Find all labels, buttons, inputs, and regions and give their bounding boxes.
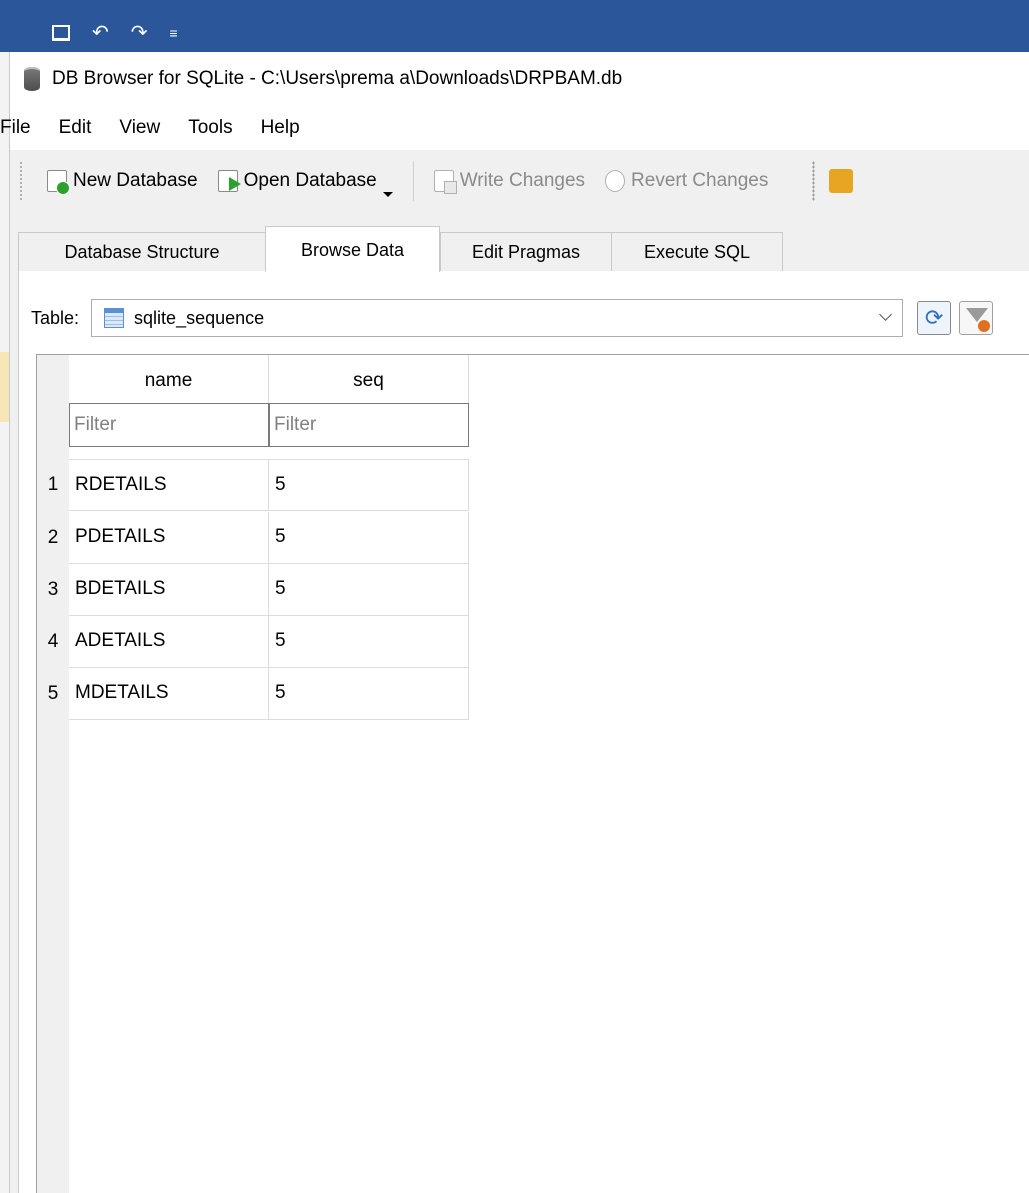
menu-file[interactable]: File: [0, 106, 45, 150]
cell-name[interactable]: MDETAILS: [69, 668, 269, 720]
row-number[interactable]: 3: [37, 564, 69, 616]
window-title: DB Browser for SQLite - C:\Users\prema a…: [52, 68, 623, 89]
revert-changes-button[interactable]: Revert Changes: [595, 161, 778, 201]
open-database-label: Open Database: [243, 170, 377, 191]
data-grid: name seq 1 RDETAILS 5 2 PDETAILS 5 3 BDE…: [36, 354, 1029, 1193]
table-select[interactable]: sqlite_sequence: [91, 299, 904, 337]
tab-edit-pragmas[interactable]: Edit Pragmas: [440, 232, 612, 271]
write-changes-label: Write Changes: [459, 170, 586, 191]
background-app-edge: [0, 52, 9, 1193]
filter-input-seq[interactable]: [269, 403, 469, 447]
column-header-seq[interactable]: seq: [269, 355, 469, 403]
table-icon: [104, 308, 125, 328]
new-database-label: New Database: [73, 170, 198, 191]
open-database-icon: [217, 170, 241, 192]
cell-seq[interactable]: 5: [269, 564, 469, 616]
revert-changes-icon: [605, 170, 626, 192]
menu-edit[interactable]: Edit: [45, 106, 106, 150]
open-project-icon[interactable]: [829, 169, 854, 193]
database-icon: [24, 67, 40, 91]
toolbar-grip-2[interactable]: [812, 161, 816, 201]
new-database-icon: [47, 170, 70, 195]
quick-access-toolbar: ↶ ↷ ≡: [52, 22, 178, 44]
tab-database-structure[interactable]: Database Structure: [18, 232, 266, 271]
table-row[interactable]: 3 BDETAILS 5: [37, 564, 469, 616]
table-row[interactable]: 1 RDETAILS 5: [37, 459, 469, 511]
screen: ↶ ↷ ≡ DB Browser for SQLite - C:\Users\p…: [0, 0, 1029, 1193]
row-number[interactable]: 5: [37, 668, 69, 720]
title-bar: DB Browser for SQLite - C:\Users\prema a…: [10, 52, 1029, 106]
save-icon[interactable]: [52, 25, 70, 41]
cell-seq[interactable]: 5: [269, 512, 469, 564]
cell-seq[interactable]: 5: [269, 616, 469, 668]
toolbar-grip[interactable]: [19, 161, 23, 201]
app-window: DB Browser for SQLite - C:\Users\prema a…: [0, 52, 1029, 1193]
menu-bar: File Edit View Tools Help: [0, 106, 1029, 150]
tab-browse-data[interactable]: Browse Data: [265, 226, 440, 272]
customize-toolbar-icon[interactable]: ≡: [170, 24, 178, 42]
menu-help[interactable]: Help: [247, 106, 314, 150]
main-toolbar: New Database Open Database Write Changes…: [10, 150, 1029, 212]
background-highlight: [0, 352, 9, 422]
open-database-button[interactable]: Open Database: [208, 161, 403, 201]
chevron-down-icon: [879, 308, 892, 321]
refresh-button[interactable]: ⟳: [917, 301, 952, 335]
row-number[interactable]: 4: [37, 616, 69, 668]
cell-seq[interactable]: 5: [269, 459, 469, 511]
tab-execute-sql[interactable]: Execute SQL: [611, 232, 783, 271]
row-number[interactable]: 2: [37, 512, 69, 564]
selected-table: sqlite_sequence: [134, 307, 265, 328]
menu-tools[interactable]: Tools: [174, 106, 246, 150]
cell-name[interactable]: ADETAILS: [69, 616, 269, 668]
new-database-button[interactable]: New Database: [37, 161, 208, 201]
row-number[interactable]: 1: [37, 459, 69, 511]
browse-data-panel: Table: sqlite_sequence ⟳ name seq 1 RDET…: [18, 271, 1029, 1193]
table-row[interactable]: 5 MDETAILS 5: [37, 668, 469, 720]
undo-icon[interactable]: ↶: [92, 23, 109, 43]
cell-seq[interactable]: 5: [269, 668, 469, 720]
table-row[interactable]: 4 ADETAILS 5: [37, 616, 469, 668]
cell-name[interactable]: RDETAILS: [69, 459, 269, 511]
table-row[interactable]: 2 PDETAILS 5: [37, 512, 469, 564]
open-database-dropdown-icon[interactable]: [382, 191, 393, 197]
revert-changes-label: Revert Changes: [631, 170, 769, 191]
clear-filters-button[interactable]: [959, 301, 994, 335]
toolbar-separator: [412, 161, 414, 201]
column-header-name[interactable]: name: [69, 355, 269, 403]
redo-icon[interactable]: ↷: [131, 23, 148, 43]
write-changes-icon: [433, 170, 457, 194]
menu-view[interactable]: View: [105, 106, 174, 150]
table-label: Table:: [31, 307, 80, 328]
table-selector-row: Table: sqlite_sequence ⟳: [19, 293, 1029, 343]
main-tabs: Database Structure Browse Data Edit Prag…: [10, 226, 1029, 272]
cell-name[interactable]: PDETAILS: [69, 512, 269, 564]
cell-name[interactable]: BDETAILS: [69, 564, 269, 616]
filter-input-name[interactable]: [69, 403, 269, 447]
write-changes-button[interactable]: Write Changes: [424, 161, 595, 201]
refresh-icon: ⟳: [924, 305, 944, 330]
background-app-ribbon: ↶ ↷ ≡: [0, 0, 1029, 52]
